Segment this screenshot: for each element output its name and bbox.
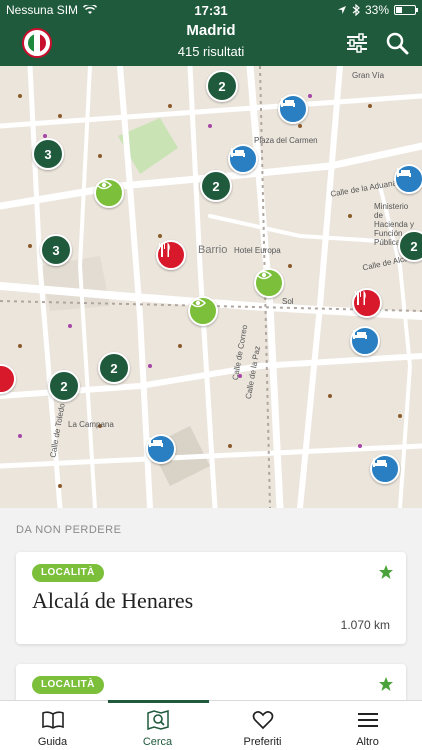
tab-label: Preferiti (243, 736, 282, 748)
book-icon (41, 711, 64, 729)
hotel-marker[interactable] (394, 164, 422, 194)
eye-icon (256, 270, 272, 280)
hotel-marker[interactable] (228, 144, 258, 174)
fork-knife-icon (0, 366, 2, 382)
bed-icon (149, 438, 163, 447)
status-bar: Nessuna SIM 17:31 33% (0, 0, 422, 20)
map-label: Sol (282, 297, 294, 306)
map-cluster-marker[interactable]: 3 (32, 138, 64, 170)
place-card[interactable]: LOCALITÀ (16, 664, 406, 700)
tab-label: Cerca (142, 736, 173, 748)
map-label: Plaza del Carmen (254, 136, 318, 145)
map-streets (0, 66, 422, 508)
battery-fill (396, 7, 402, 13)
eye-icon (96, 180, 112, 190)
top-bar: Nessuna SIM 17:31 33% Madrid 415 risulta… (0, 0, 422, 66)
bed-icon (353, 330, 367, 339)
bed-icon (281, 98, 295, 107)
sight-marker[interactable] (188, 296, 218, 326)
tab-label: Altro (356, 736, 379, 748)
bed-icon (231, 148, 245, 157)
tab-preferiti[interactable]: Preferiti (210, 701, 315, 750)
tab-cerca[interactable]: Cerca (105, 701, 210, 750)
star-icon[interactable] (378, 676, 394, 692)
restaurant-marker[interactable] (352, 288, 382, 318)
battery-icon (394, 5, 418, 15)
hotel-marker[interactable] (350, 326, 380, 356)
filter-sliders-icon[interactable] (344, 30, 370, 56)
star-icon[interactable] (378, 564, 394, 580)
category-badge: LOCALITÀ (32, 564, 104, 582)
heart-icon (252, 711, 273, 730)
fork-knife-icon (159, 243, 170, 257)
eye-icon (190, 298, 206, 308)
place-distance: 1.070 km (340, 618, 390, 632)
search-icon[interactable] (384, 30, 410, 56)
fork-knife-icon (355, 291, 366, 305)
map-search-icon (146, 710, 169, 730)
battery-percent: 33% (364, 3, 389, 17)
map-cluster-marker[interactable]: 2 (98, 352, 130, 384)
hotel-marker[interactable] (146, 434, 176, 464)
restaurant-marker[interactable] (156, 240, 186, 270)
hotel-marker[interactable] (370, 454, 400, 484)
place-card[interactable]: LOCALITÀ Alcalá de Henares 1.070 km (16, 552, 406, 644)
bed-icon (373, 458, 387, 467)
bed-icon (397, 168, 411, 177)
map-cluster-marker[interactable]: 2 (206, 70, 238, 102)
map-cluster-marker[interactable]: 2 (200, 170, 232, 202)
bluetooth-icon (352, 4, 360, 16)
sight-marker[interactable] (254, 268, 284, 298)
tab-altro[interactable]: Altro (315, 701, 420, 750)
menu-icon (357, 713, 378, 727)
featured-list[interactable]: DA NON PERDERE LOCALITÀ Alcalá de Henare… (0, 508, 422, 700)
category-badge: LOCALITÀ (32, 676, 104, 694)
map-cluster-marker[interactable]: 3 (40, 234, 72, 266)
section-title: DA NON PERDERE (16, 524, 122, 536)
sight-marker[interactable] (94, 178, 124, 208)
map-cluster-marker[interactable]: 2 (48, 370, 80, 402)
location-arrow-icon (337, 6, 346, 14)
map-view[interactable]: Plaza del Carmen Calle de la Aduana Call… (0, 66, 422, 508)
hotel-marker[interactable] (278, 94, 308, 124)
map-label: Hotel Europa (234, 246, 281, 255)
place-title: Alcalá de Henares (32, 588, 194, 613)
tab-bar: Guida Cerca Preferiti Altro (0, 700, 422, 750)
map-label: Barrio (198, 244, 228, 256)
map-cluster-marker[interactable]: 2 (398, 230, 422, 262)
map-label: La Campana (68, 420, 114, 429)
map-label: Gran Vía (352, 71, 385, 80)
tab-guida[interactable]: Guida (0, 701, 105, 750)
tab-label: Guida (37, 736, 68, 748)
